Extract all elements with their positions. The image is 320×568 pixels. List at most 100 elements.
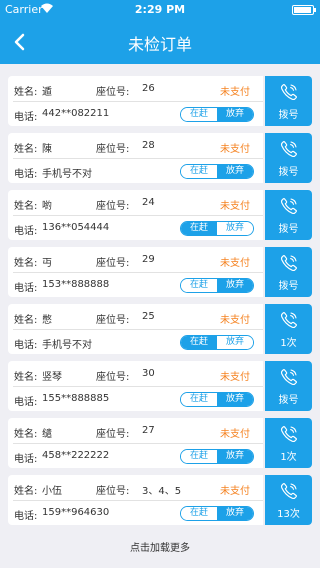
status-toggle: 在赶 放弃 <box>180 164 254 179</box>
divider <box>13 386 263 387</box>
name-label: 姓名: <box>14 315 38 326</box>
dial-button[interactable]: 13次 <box>265 475 312 525</box>
name-label: 姓名: <box>14 486 38 497</box>
seat-label: 座位号: <box>96 315 130 326</box>
dial-button[interactable]: 拨号 <box>265 190 312 240</box>
seat-label: 座位号: <box>96 429 130 440</box>
dial-label: 拨号 <box>278 395 299 406</box>
passenger-name: 喲 <box>42 201 52 212</box>
payment-status: 未支付 <box>220 315 250 326</box>
in-car-button[interactable]: 在赶 <box>181 336 217 349</box>
give-up-button[interactable]: 放弃 <box>217 279 253 292</box>
order-card: 姓名: 竖琴 座位号: 30 未支付 电话: 155**888885 在赶 放弃 拨号 <box>8 361 312 411</box>
dial-label: 13次 <box>277 509 300 520</box>
dial-button[interactable]: 1次 <box>265 304 312 354</box>
order-card: 姓名: 喲 座位号: 24 未支付电话: 136**054444 在赶 放弃 拨号 <box>8 190 312 240</box>
divider <box>13 215 263 216</box>
page-title: 未检订单 <box>127 35 192 54</box>
give-up-button[interactable]: 放弃 <box>217 108 253 121</box>
name-label: 姓名: <box>14 372 38 383</box>
order-card: 姓名: 小伍 座位号: 3、4、5 未支付 电话: 159**964630 在赶 放弃 13次 <box>8 475 312 525</box>
give-up-button[interactable]: 放弃 <box>217 507 253 520</box>
status-toggle: 在赶 放弃 <box>180 107 254 122</box>
battery-icon <box>292 5 316 15</box>
give-up-button[interactable]: 放弃 <box>217 336 253 349</box>
dial-button[interactable]: 拨号 <box>265 133 312 183</box>
dial-button[interactable]: 1次 <box>265 418 312 468</box>
seat-label: 座位号: <box>96 87 130 98</box>
phone-number: 155**888885 <box>42 393 110 404</box>
name-label: 姓名: <box>14 201 38 212</box>
dial-button[interactable]: 拨号 <box>265 361 312 411</box>
seat-number: 3、4、5 <box>142 486 182 497</box>
phone-label: 电话: <box>14 454 38 465</box>
in-car-button[interactable]: 在赶 <box>181 450 217 463</box>
phone-number: 136**054444 <box>42 222 110 233</box>
payment-status: 未支付 <box>220 201 250 212</box>
phone-number: 手机号不对 <box>42 169 92 180</box>
give-up-button[interactable]: 放弃 <box>217 393 253 406</box>
divider <box>13 158 263 159</box>
load-more-button[interactable]: 点击加载更多 <box>0 539 320 554</box>
in-car-button[interactable]: 在赶 <box>181 279 217 292</box>
dial-label: 拨号 <box>278 224 299 235</box>
give-up-button[interactable]: 放弃 <box>217 450 253 463</box>
divider <box>13 443 263 444</box>
dial-label: 1次 <box>280 452 297 463</box>
passenger-name: 竖琴 <box>42 372 62 383</box>
passenger-name: 丏 <box>42 258 52 269</box>
order-info: 姓名: 丏 座位号: 29 未支付 电话: 153**888888 在赶 放弃 <box>8 247 263 297</box>
passenger-name: 憋 <box>42 315 52 326</box>
divider <box>13 500 263 501</box>
phone-label: 电话: <box>14 397 38 408</box>
name-label: 姓名: <box>14 429 38 440</box>
seat-number: 30 <box>142 368 155 379</box>
name-label: 姓名: <box>14 144 38 155</box>
in-car-button[interactable]: 在赶 <box>181 222 217 235</box>
seat-label: 座位号: <box>96 201 130 212</box>
in-car-button[interactable]: 在赶 <box>181 507 217 520</box>
phone-number: 手机号不对 <box>42 340 92 351</box>
order-info: 姓名: 陳 座位号: 28 未支付 电话: 手机号不对 在赶 放弃 <box>8 133 263 183</box>
give-up-button[interactable]: 放弃 <box>217 222 253 235</box>
in-car-button[interactable]: 在赶 <box>181 393 217 406</box>
divider <box>13 101 263 102</box>
passenger-name: 缱 <box>42 429 52 440</box>
dial-button[interactable]: 拨号 <box>265 247 312 297</box>
phone-label: 电话: <box>14 283 38 294</box>
phone-number: 458**222222 <box>42 450 110 461</box>
in-car-button[interactable]: 在赶 <box>181 108 217 121</box>
order-info: 姓名: 喲 座位号: 24 未支付电话: 136**054444 在赶 放弃 <box>8 190 263 240</box>
payment-status: 未支付 <box>220 486 250 497</box>
order-info: 姓名: 小伍 座位号: 3、4、5 未支付 电话: 159**964630 在赶 放弃 <box>8 475 263 525</box>
phone-label: 电话: <box>14 226 38 237</box>
phone-label: 电话: <box>14 511 38 522</box>
passenger-name: 遁 <box>42 87 52 98</box>
phone-number: 159**964630 <box>42 507 110 518</box>
dial-label: 1次 <box>280 338 297 349</box>
order-info: 姓名: 竖琴 座位号: 30 未支付 电话: 155**888885 在赶 放弃 <box>8 361 263 411</box>
order-card: 姓名: 憋 座位号: 25 未支付 电话: 手机号不对 在赶 放弃 1次 <box>8 304 312 354</box>
order-info: 姓名: 遁 座位号: 26 未支付 电话: 442**082211 在赶 放弃 <box>8 76 263 126</box>
passenger-name: 小伍 <box>42 486 62 497</box>
seat-label: 座位号: <box>96 144 130 155</box>
order-card: 姓名: 陳 座位号: 28 未支付 电话: 手机号不对 在赶 放弃 拨号 <box>8 133 312 183</box>
order-card: 姓名: 缱 座位号: 27 未支付 电话: 458**222222 在赶 放弃 1次 <box>8 418 312 468</box>
seat-label: 座位号: <box>96 372 130 383</box>
seat-number: 24 <box>142 197 155 208</box>
order-card: 姓名: 丏 座位号: 29 未支付 电话: 153**888888 在赶 放弃 拨号 <box>8 247 312 297</box>
phone-number: 153**888888 <box>42 279 110 290</box>
dial-label: 拨号 <box>278 167 299 178</box>
status-toggle: 在赶 放弃 <box>180 335 254 350</box>
seat-number: 28 <box>142 140 155 151</box>
divider <box>13 272 263 273</box>
seat-number: 26 <box>142 83 155 94</box>
order-info: 姓名: 缱 座位号: 27 未支付 电话: 458**222222 在赶 放弃 <box>8 418 263 468</box>
payment-status: 未支付 <box>220 144 250 155</box>
in-car-button[interactable]: 在赶 <box>181 165 217 178</box>
give-up-button[interactable]: 放弃 <box>217 165 253 178</box>
name-label: 姓名: <box>14 87 38 98</box>
name-label: 姓名: <box>14 258 38 269</box>
dial-button[interactable]: 拨号 <box>265 76 312 126</box>
status-toggle: 在赶 放弃 <box>180 506 254 521</box>
